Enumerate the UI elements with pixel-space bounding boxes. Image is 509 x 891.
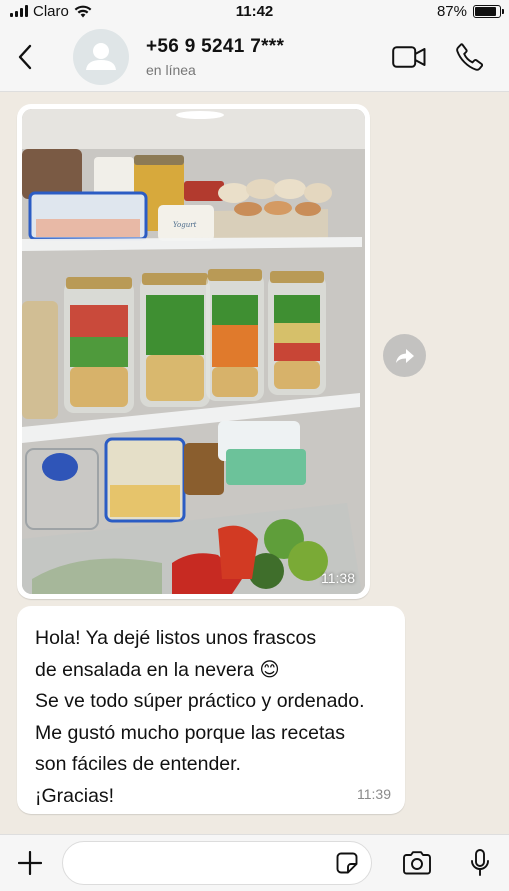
sticker-icon [336, 852, 358, 874]
battery-fill [475, 6, 496, 16]
sticker-button[interactable] [336, 852, 358, 879]
status-bar: Claro 11:42 87% [0, 0, 509, 22]
video-call-button[interactable] [392, 45, 426, 68]
plus-icon [18, 851, 42, 875]
contact-name: +56 9 5241 7*** [146, 35, 285, 57]
message-line: Me gustó mucho porque las recetas [35, 721, 346, 744]
fridge-illustration: Yogurt [22, 109, 365, 594]
status-time: 11:42 [235, 2, 274, 20]
microphone-icon [471, 849, 489, 876]
battery-icon [473, 4, 504, 18]
message-line: Hola! Ya dejé listos unos frascos [35, 627, 317, 649]
battery-percent: 87% [436, 2, 467, 20]
back-button[interactable] [0, 27, 50, 87]
camera-icon [403, 851, 431, 875]
input-bar [0, 834, 509, 891]
message-line: ¡Gracias! [35, 784, 115, 807]
chevron-left-icon [18, 44, 32, 69]
message-line: de ensalada en la nevera 😊 [35, 658, 280, 681]
contact-status: en línea [146, 61, 196, 78]
message-line: son fáciles de entender. [35, 753, 241, 775]
text-message-bubble: Hola! Ya dejé listos unos frascos de ens… [17, 606, 405, 814]
attach-button[interactable] [0, 851, 60, 875]
carrier-name: Claro [33, 2, 69, 20]
message-input-wrap [60, 841, 372, 885]
phone-icon [456, 42, 483, 71]
camera-button[interactable] [402, 851, 432, 875]
microphone-button[interactable] [470, 849, 490, 877]
message-line: Se ve todo súper práctico y ordenado. [35, 690, 365, 712]
yogurt-label: Yogurt [173, 221, 197, 229]
chat-header: +56 9 5241 7*** en línea [0, 22, 509, 92]
forward-button[interactable] [383, 334, 426, 377]
image-message-bubble: Yogurt 11:38 [17, 104, 370, 599]
wifi-icon [74, 5, 92, 17]
chat-area[interactable]: Yogurt 11:38 Hola! Ya dejé listos unos f… [0, 92, 509, 834]
message-input[interactable] [62, 841, 372, 885]
avatar[interactable] [73, 28, 129, 85]
header-actions [392, 42, 509, 71]
status-right: 87% [436, 2, 504, 20]
status-left: Claro [10, 3, 92, 20]
signal-icon [10, 5, 28, 17]
message-timestamp: 11:39 [357, 786, 391, 802]
fridge-photo[interactable]: Yogurt 11:38 [22, 109, 365, 594]
person-icon [86, 42, 116, 70]
image-timestamp: 11:38 [321, 570, 355, 586]
contact-info[interactable]: +56 9 5241 7*** en línea [146, 36, 284, 78]
forward-icon [395, 348, 414, 363]
video-camera-icon [392, 45, 426, 68]
voice-call-button[interactable] [456, 42, 483, 71]
